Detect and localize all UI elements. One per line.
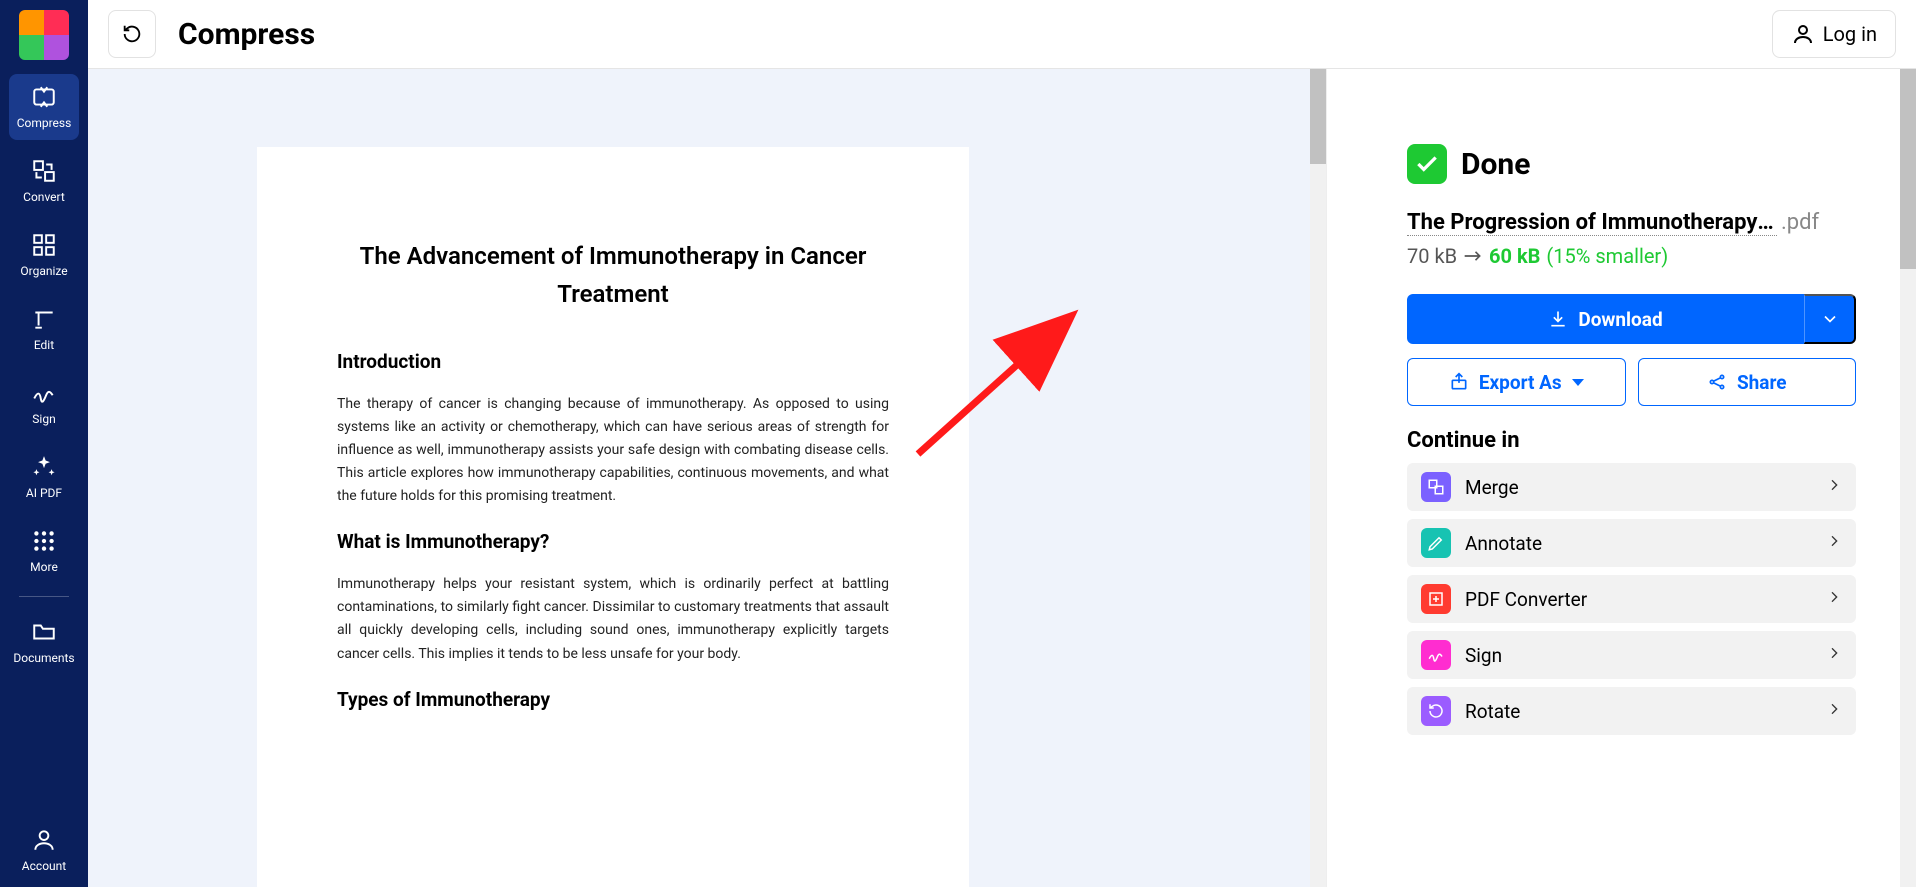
refresh-button[interactable] bbox=[108, 10, 156, 58]
status-row: Done bbox=[1407, 144, 1856, 184]
size-original: 70 kB bbox=[1407, 244, 1457, 268]
scrollbar-track[interactable] bbox=[1310, 69, 1326, 887]
arrow-right-icon bbox=[1463, 244, 1483, 268]
continue-item-rotate[interactable]: Rotate bbox=[1407, 687, 1856, 735]
doc-title: The Advancement of Immunotherapy in Canc… bbox=[337, 237, 889, 314]
scrollbar-thumb[interactable] bbox=[1310, 69, 1326, 164]
file-name-row: The Progression of Immunotherapy … .pdf bbox=[1407, 210, 1856, 236]
user-icon bbox=[31, 827, 57, 853]
login-button[interactable]: Log in bbox=[1772, 10, 1896, 58]
sidebar-item-aipdf[interactable]: AI PDF bbox=[9, 444, 79, 510]
folder-icon bbox=[31, 619, 57, 645]
scrollbar-thumb[interactable] bbox=[1900, 69, 1916, 269]
convert-icon bbox=[31, 158, 57, 184]
doc-paragraph: The therapy of cancer is changing becaus… bbox=[337, 393, 889, 508]
edit-icon bbox=[31, 306, 57, 332]
document-preview: The Advancement of Immunotherapy in Canc… bbox=[88, 69, 1326, 887]
export-label: Export As bbox=[1479, 371, 1562, 394]
export-button[interactable]: Export As bbox=[1407, 358, 1626, 406]
chevron-right-icon bbox=[1826, 477, 1842, 497]
sidebar-label: Compress bbox=[17, 116, 72, 130]
sidebar-label: Account bbox=[22, 859, 66, 873]
continue-item-sign[interactable]: Sign bbox=[1407, 631, 1856, 679]
refresh-icon bbox=[121, 23, 143, 45]
sign-icon bbox=[1421, 640, 1451, 670]
download-options-button[interactable] bbox=[1804, 294, 1856, 344]
size-compressed: 60 kB bbox=[1489, 244, 1540, 268]
share-label: Share bbox=[1737, 371, 1787, 394]
share-button[interactable]: Share bbox=[1638, 358, 1857, 406]
continue-label: Rotate bbox=[1465, 700, 1812, 723]
organize-icon bbox=[31, 232, 57, 258]
sparkle-icon bbox=[31, 454, 57, 480]
download-row: Download bbox=[1407, 294, 1856, 344]
login-label: Log in bbox=[1823, 22, 1877, 46]
user-icon bbox=[1791, 22, 1815, 46]
size-row: 70 kB 60 kB (15% smaller) bbox=[1407, 244, 1856, 268]
result-panel: Done The Progression of Immunotherapy … … bbox=[1326, 69, 1916, 887]
sidebar-label: Convert bbox=[23, 190, 65, 204]
continue-title: Continue in bbox=[1407, 428, 1856, 453]
chevron-down-icon bbox=[1572, 379, 1584, 386]
size-percentage: (15% smaller) bbox=[1546, 244, 1668, 268]
chevron-right-icon bbox=[1826, 589, 1842, 609]
doc-heading: Types of Immunotherapy bbox=[337, 688, 889, 711]
sidebar-item-account[interactable]: Account bbox=[9, 817, 79, 883]
sidebar-item-organize[interactable]: Organize bbox=[9, 222, 79, 288]
sign-icon bbox=[31, 380, 57, 406]
sidebar-label: More bbox=[30, 560, 58, 574]
document-page[interactable]: The Advancement of Immunotherapy in Canc… bbox=[257, 147, 969, 887]
app-logo[interactable] bbox=[19, 10, 69, 60]
chevron-right-icon bbox=[1826, 701, 1842, 721]
sidebar-item-edit[interactable]: Edit bbox=[9, 296, 79, 362]
main: The Advancement of Immunotherapy in Canc… bbox=[88, 69, 1916, 887]
download-label: Download bbox=[1578, 308, 1662, 331]
header: Compress Log in bbox=[88, 0, 1916, 69]
continue-label: PDF Converter bbox=[1465, 588, 1812, 611]
continue-label: Annotate bbox=[1465, 532, 1812, 555]
page-title: Compress bbox=[178, 17, 315, 52]
continue-item-merge[interactable]: Merge bbox=[1407, 463, 1856, 511]
checkmark-icon bbox=[1407, 144, 1447, 184]
sidebar-item-documents[interactable]: Documents bbox=[9, 609, 79, 675]
sidebar-label: AI PDF bbox=[26, 486, 62, 500]
export-icon bbox=[1449, 372, 1469, 392]
sidebar-item-compress[interactable]: Compress bbox=[9, 74, 79, 140]
grid-icon bbox=[31, 528, 57, 554]
chevron-down-icon bbox=[1820, 309, 1840, 329]
sidebar-label: Documents bbox=[13, 651, 74, 665]
file-extension: .pdf bbox=[1781, 210, 1819, 235]
merge-icon bbox=[1421, 472, 1451, 502]
sidebar-label: Organize bbox=[20, 264, 67, 278]
download-button[interactable]: Download bbox=[1407, 294, 1804, 344]
sidebar-label: Sign bbox=[32, 412, 55, 426]
continue-label: Sign bbox=[1465, 644, 1812, 667]
chevron-right-icon bbox=[1826, 645, 1842, 665]
sidebar-divider bbox=[19, 596, 69, 597]
rotate-icon bbox=[1421, 696, 1451, 726]
doc-heading: What is Immunotherapy? bbox=[337, 530, 889, 553]
doc-paragraph: Immunotherapy helps your resistant syste… bbox=[337, 573, 889, 665]
share-icon bbox=[1707, 372, 1727, 392]
doc-heading: Introduction bbox=[337, 350, 889, 373]
status-text: Done bbox=[1461, 147, 1530, 182]
convert-icon bbox=[1421, 584, 1451, 614]
download-icon bbox=[1548, 309, 1568, 329]
sidebar-label: Edit bbox=[34, 338, 54, 352]
sidebar: Compress Convert Organize Edit Sign AI P… bbox=[0, 0, 88, 887]
continue-item-annotate[interactable]: Annotate bbox=[1407, 519, 1856, 567]
annotate-icon bbox=[1421, 528, 1451, 558]
continue-label: Merge bbox=[1465, 476, 1812, 499]
chevron-right-icon bbox=[1826, 533, 1842, 553]
compress-icon bbox=[31, 84, 57, 110]
sidebar-item-more[interactable]: More bbox=[9, 518, 79, 584]
sidebar-item-convert[interactable]: Convert bbox=[9, 148, 79, 214]
secondary-actions: Export As Share bbox=[1407, 358, 1856, 406]
file-name[interactable]: The Progression of Immunotherapy … bbox=[1407, 210, 1777, 236]
continue-item-convert[interactable]: PDF Converter bbox=[1407, 575, 1856, 623]
sidebar-item-sign[interactable]: Sign bbox=[9, 370, 79, 436]
